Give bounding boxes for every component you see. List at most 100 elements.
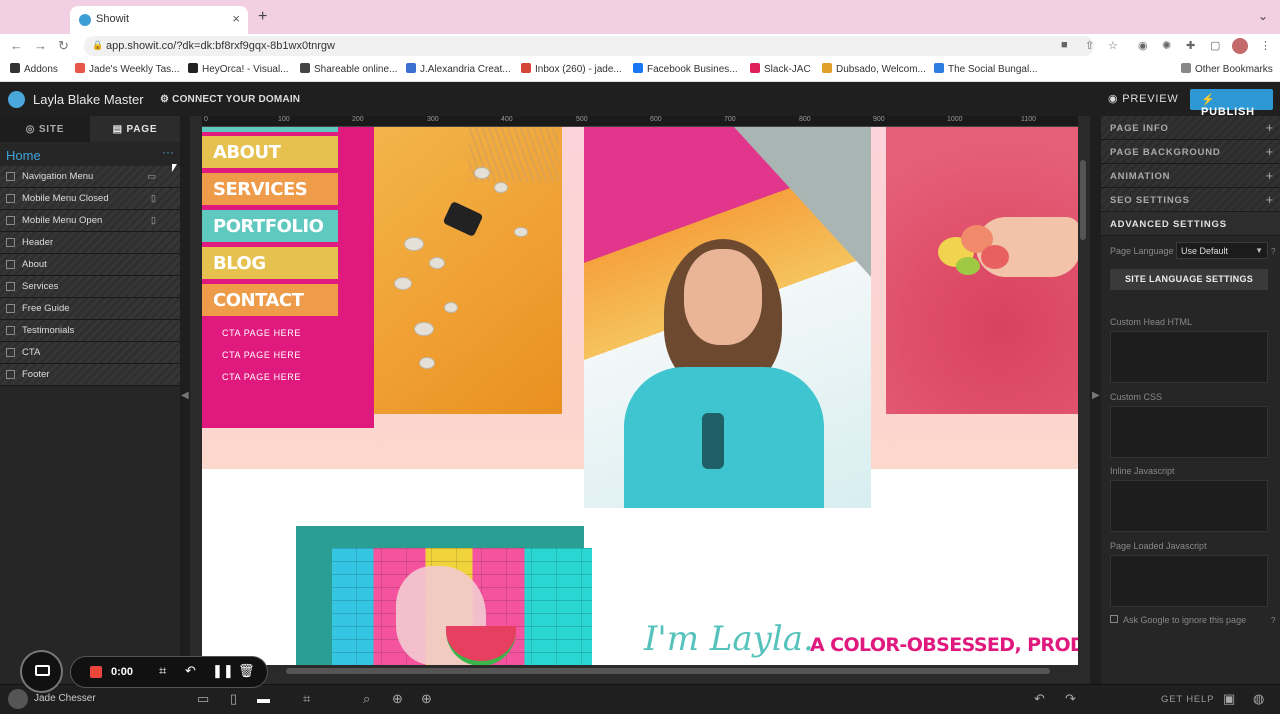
greeting-heading[interactable]: I'm Layla. bbox=[644, 619, 814, 659]
stop-recording-icon[interactable] bbox=[90, 666, 102, 678]
bookmark-item[interactable]: Inbox (260) - jade... bbox=[521, 63, 622, 75]
section-item[interactable]: Mobile Menu Closed ▯ bbox=[0, 188, 180, 210]
citrus-photo[interactable] bbox=[886, 127, 1078, 414]
user-avatar[interactable] bbox=[8, 689, 28, 709]
section-item[interactable]: About bbox=[0, 254, 180, 276]
browser-menu-icon[interactable]: ⋮ bbox=[1260, 39, 1271, 52]
other-bookmarks[interactable]: Other Bookmarks bbox=[1181, 63, 1273, 75]
pause-icon[interactable]: ❚❚ bbox=[212, 663, 234, 679]
collapse-left-icon[interactable]: ◀ bbox=[181, 390, 189, 401]
portrait-photo[interactable] bbox=[584, 127, 871, 508]
undo-icon[interactable]: ↶ bbox=[1034, 691, 1045, 707]
page-language-select[interactable]: Use Default ▼ bbox=[1176, 242, 1268, 259]
undo-icon[interactable]: ↶ bbox=[185, 663, 196, 679]
desktop-view-icon[interactable]: ▭ bbox=[197, 691, 209, 707]
animation-row[interactable]: ANIMATION + bbox=[1101, 164, 1280, 188]
nav-item-services[interactable]: SERVICES bbox=[202, 173, 338, 205]
tab-site[interactable]: ◎ SITE bbox=[0, 116, 90, 142]
horizontal-scrollbar[interactable] bbox=[286, 668, 1050, 674]
bookmark-item[interactable]: HeyOrca! - Visual... bbox=[188, 63, 289, 75]
section-item[interactable]: CTA bbox=[0, 342, 180, 364]
preview-button[interactable]: ◉ PREVIEW bbox=[1108, 92, 1179, 105]
site-language-settings-button[interactable]: SITE LANGUAGE SETTINGS bbox=[1110, 269, 1268, 290]
zoom-out-icon[interactable]: ⌕ bbox=[363, 691, 370, 707]
page-info-row[interactable]: PAGE INFO + bbox=[1101, 116, 1280, 140]
section-item[interactable]: Header bbox=[0, 232, 180, 254]
chat-icon[interactable]: ◍ bbox=[1253, 691, 1264, 707]
zoom-fit-icon[interactable]: ⊕ bbox=[392, 691, 403, 707]
expand-plus-icon[interactable]: + bbox=[1266, 192, 1274, 207]
screenshot-icon[interactable]: ◉ bbox=[1138, 39, 1148, 52]
cta-link[interactable]: CTA PAGE HERE bbox=[222, 350, 301, 360]
more-options-icon[interactable]: ··· bbox=[162, 145, 174, 159]
custom-css-textarea[interactable] bbox=[1110, 406, 1268, 458]
trash-icon[interactable]: 🗑 bbox=[238, 663, 255, 679]
site-name[interactable]: Layla Blake Master bbox=[33, 92, 144, 107]
extensions-puzzle-icon[interactable]: ✚ bbox=[1186, 39, 1195, 52]
bookmark-item[interactable]: Jade's Weekly Tas... bbox=[75, 63, 179, 75]
bookmark-item[interactable]: Addons bbox=[10, 63, 58, 75]
nav-item-about[interactable]: ABOUT bbox=[202, 136, 338, 168]
product-photo[interactable] bbox=[374, 127, 562, 414]
camera-blocked-icon[interactable]: ■ bbox=[1061, 39, 1068, 51]
section-item[interactable]: Testimonials bbox=[0, 320, 180, 342]
help-icon[interactable]: ? bbox=[1271, 616, 1275, 625]
section-item[interactable]: Mobile Menu Open ▯ bbox=[0, 210, 180, 232]
grid-draw-icon[interactable]: ⌗ bbox=[159, 663, 166, 679]
page-background-row[interactable]: PAGE BACKGROUND + bbox=[1101, 140, 1280, 164]
url-field[interactable]: 🔒 app.showit.co/?dk=dk:bf8rxf9gqx-8b1wx0… bbox=[84, 36, 1094, 56]
bookmark-item[interactable]: Dubsado, Welcom... bbox=[822, 63, 926, 75]
side-panel-icon[interactable]: ▢ bbox=[1210, 39, 1220, 52]
get-help-link[interactable]: GET HELP bbox=[1161, 694, 1214, 705]
custom-head-textarea[interactable] bbox=[1110, 331, 1268, 383]
bookmark-item[interactable]: The Social Bungal... bbox=[934, 63, 1038, 75]
page-title[interactable]: Home ··· bbox=[0, 142, 180, 166]
extension-icon[interactable]: ✺ bbox=[1162, 39, 1171, 52]
cta-link[interactable]: CTA PAGE HERE bbox=[222, 328, 301, 338]
browser-tab[interactable]: Showit × bbox=[70, 6, 248, 34]
share-icon[interactable]: ⇧ bbox=[1085, 39, 1094, 52]
vertical-scrollbar[interactable] bbox=[1080, 160, 1086, 240]
tab-search-icon[interactable]: ⌄ bbox=[1258, 9, 1268, 23]
reload-icon[interactable]: ↻ bbox=[58, 38, 69, 54]
desktop-active-icon[interactable]: ▬ bbox=[257, 691, 270, 706]
expand-plus-icon[interactable]: + bbox=[1266, 120, 1274, 135]
nav-item-portfolio[interactable]: PORTFOLIO bbox=[202, 210, 338, 242]
collapse-right-icon[interactable]: ▶ bbox=[1092, 390, 1100, 401]
navigation-menu[interactable]: ABOUT SERVICES PORTFOLIO BLOG CONTACT CT… bbox=[202, 127, 374, 428]
publish-button[interactable]: ⚡ PUBLISH bbox=[1190, 89, 1273, 118]
profile-avatar[interactable] bbox=[1232, 38, 1248, 54]
nav-item-contact[interactable]: CONTACT bbox=[202, 284, 338, 316]
brick-wall-photo[interactable] bbox=[296, 526, 592, 665]
close-tab-icon[interactable]: × bbox=[232, 11, 240, 26]
recorder-camera-button[interactable] bbox=[20, 650, 63, 693]
back-icon[interactable]: ← bbox=[10, 38, 23, 53]
help-book-icon[interactable]: ▣ bbox=[1223, 691, 1235, 707]
forward-icon[interactable]: → bbox=[34, 38, 47, 53]
new-tab-icon[interactable]: + bbox=[258, 8, 267, 26]
page-loaded-js-textarea[interactable] bbox=[1110, 555, 1268, 607]
seo-settings-row[interactable]: SEO SETTINGS + bbox=[1101, 188, 1280, 212]
bookmark-item[interactable]: J.Alexandria Creat... bbox=[406, 63, 511, 75]
expand-plus-icon[interactable]: + bbox=[1266, 168, 1274, 183]
page-canvas[interactable]: ABOUT SERVICES PORTFOLIO BLOG CONTACT CT… bbox=[202, 127, 1078, 665]
nav-item-blog[interactable]: BLOG bbox=[202, 247, 338, 279]
inline-js-textarea[interactable] bbox=[1110, 480, 1268, 532]
section-item[interactable]: Free Guide bbox=[0, 298, 180, 320]
section-item[interactable]: Navigation Menu ▭ bbox=[0, 166, 180, 188]
bookmark-item[interactable]: Facebook Busines... bbox=[633, 63, 738, 75]
section-item[interactable]: Services bbox=[0, 276, 180, 298]
tagline-heading[interactable]: A COLOR-OBSESSED, PRODUCT bbox=[810, 634, 1078, 656]
help-icon[interactable]: ? bbox=[1271, 247, 1275, 256]
grid-icon[interactable]: ⌗ bbox=[303, 691, 310, 707]
connect-domain-button[interactable]: ⚙ CONNECT YOUR DOMAIN bbox=[160, 94, 300, 105]
redo-icon[interactable]: ↷ bbox=[1065, 691, 1076, 707]
mobile-view-icon[interactable]: ▯ bbox=[230, 691, 237, 707]
cta-link[interactable]: CTA PAGE HERE bbox=[222, 372, 301, 382]
bookmark-item[interactable]: Slack-JAC bbox=[750, 63, 811, 75]
section-item[interactable]: Footer bbox=[0, 364, 180, 386]
tab-page[interactable]: ▤ PAGE bbox=[90, 116, 180, 142]
zoom-in-icon[interactable]: ⊕ bbox=[421, 691, 432, 707]
advanced-settings-row[interactable]: ADVANCED SETTINGS bbox=[1101, 212, 1280, 236]
bookmark-item[interactable]: Shareable online... bbox=[300, 63, 397, 75]
